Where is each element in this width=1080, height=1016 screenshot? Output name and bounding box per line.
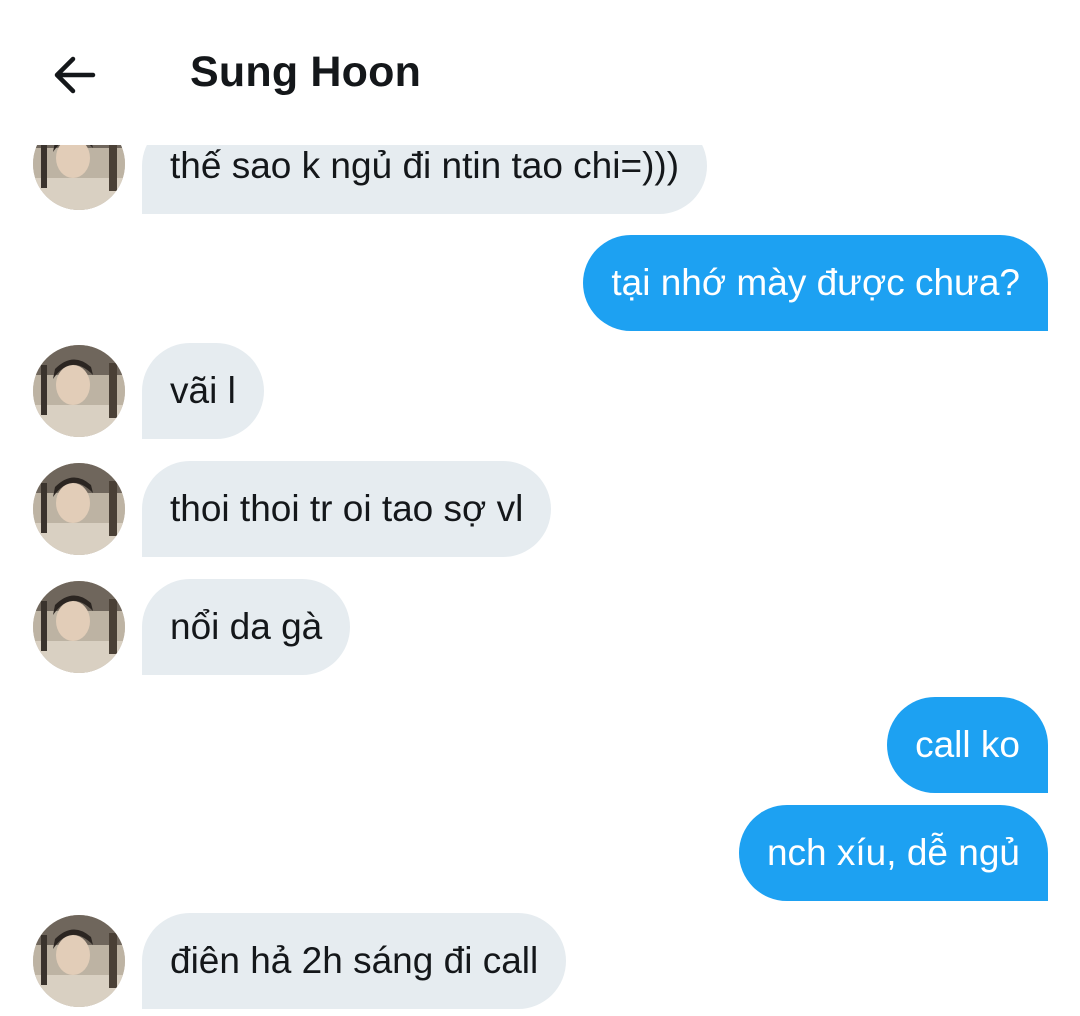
avatar[interactable]	[33, 915, 125, 1007]
incoming-message-bubble[interactable]: nổi da gà	[142, 579, 351, 675]
outgoing-message-bubble[interactable]: tại nhớ mày được chưa?	[583, 235, 1048, 331]
message-list[interactable]: thế sao k ngủ đi ntin tao chi=))) tại nh…	[0, 0, 1080, 1016]
avatar[interactable]	[33, 581, 125, 673]
outgoing-message-bubble[interactable]: call ko	[887, 697, 1048, 793]
back-button[interactable]	[44, 45, 104, 105]
avatar[interactable]	[33, 345, 125, 437]
contact-name: Sung Hoon	[190, 48, 422, 96]
avatar[interactable]	[33, 463, 125, 555]
incoming-message-bubble[interactable]: thoi thoi tr oi tao sợ vl	[142, 461, 552, 557]
arrow-left-icon	[54, 56, 96, 94]
outgoing-message-bubble[interactable]: nch xíu, dễ ngủ	[738, 805, 1048, 901]
incoming-message-bubble[interactable]: điên hả 2h sáng đi call	[142, 913, 567, 1009]
incoming-message-bubble[interactable]: vãi l	[142, 343, 264, 439]
conversation-header: Sung Hoon	[0, 0, 1080, 145]
